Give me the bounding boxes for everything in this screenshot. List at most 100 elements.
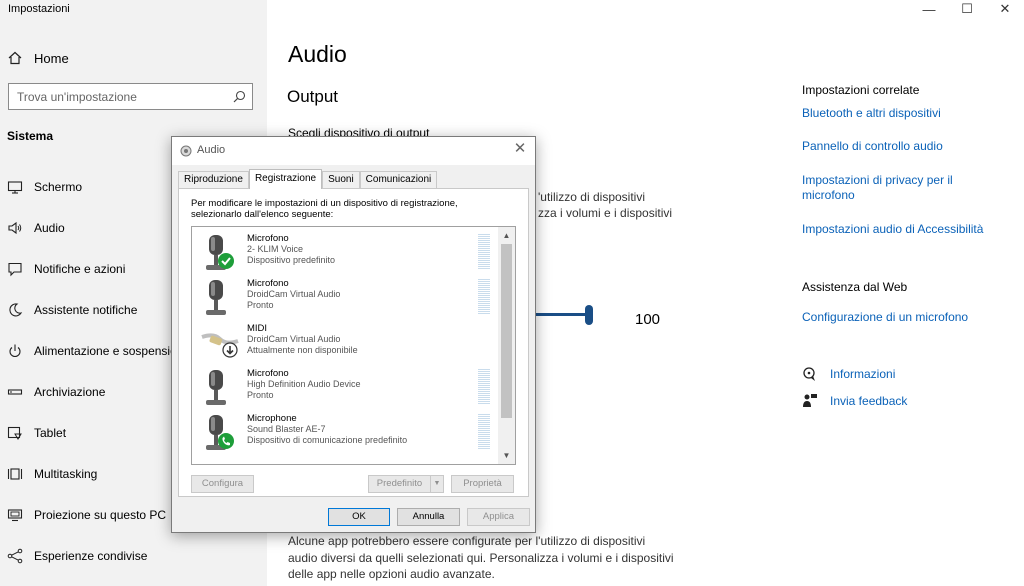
device-driver: DroidCam Virtual Audio: [247, 289, 341, 299]
properties-button[interactable]: Proprietà: [451, 475, 514, 493]
tab-comunicazioni[interactable]: Comunicazioni: [359, 171, 438, 189]
scroll-up-icon[interactable]: ▲: [498, 227, 515, 244]
maximize-button[interactable]: ☐: [948, 0, 986, 18]
search-box[interactable]: [8, 83, 253, 110]
cancel-button[interactable]: Annulla: [397, 508, 460, 526]
close-button[interactable]: ✕: [986, 0, 1024, 18]
communication-phone-badge: [218, 433, 234, 449]
list-item[interactable]: Microfono High Definition Audio Device P…: [192, 364, 497, 408]
web-help-heading: Assistenza dal Web: [802, 280, 908, 294]
related-settings-heading: Impostazioni correlate: [802, 83, 920, 97]
sidebar-item-label: Audio: [34, 221, 65, 235]
microphone-setup-link[interactable]: Configurazione di un microfono: [802, 310, 1002, 325]
sidebar-item-label: Archiviazione: [34, 385, 106, 399]
set-default-label: Predefinito: [376, 478, 423, 489]
sidebar-item-esperienze[interactable]: Esperienze condivise: [0, 541, 267, 571]
feedback-link[interactable]: Invia feedback: [802, 393, 907, 409]
list-item[interactable]: MIDI DroidCam Virtual Audio Attualmente …: [192, 319, 497, 363]
ok-button[interactable]: OK: [328, 508, 390, 526]
level-meter: [478, 234, 490, 270]
device-status: Dispositivo di comunicazione predefinito: [247, 435, 408, 445]
search-icon[interactable]: [233, 90, 246, 103]
audio-control-panel-link[interactable]: Pannello di controllo audio: [802, 139, 1002, 154]
multitasking-icon: [7, 468, 23, 480]
speaker-app-icon: [180, 145, 192, 157]
audio-dialog: Audio ✕ Riproduzione Registrazione Suoni…: [171, 136, 536, 533]
feedback-label: Invia feedback: [830, 394, 908, 408]
device-driver: Sound Blaster AE-7: [247, 424, 326, 434]
chevron-down-icon[interactable]: ▼: [430, 476, 443, 492]
monitor-icon: [7, 181, 23, 194]
midi-cable-icon: [201, 333, 239, 358]
list-item[interactable]: Microfono DroidCam Virtual Audio Pronto: [192, 274, 497, 318]
microphone-icon: [206, 235, 234, 270]
tab-riproduzione[interactable]: Riproduzione: [178, 171, 249, 189]
accessibility-audio-link[interactable]: Impostazioni audio di Accessibilità: [802, 222, 1002, 237]
device-status: Dispositivo predefinito: [247, 255, 336, 265]
default-check-badge: [218, 253, 234, 269]
list-item[interactable]: Microphone Sound Blaster AE-7 Dispositiv…: [192, 409, 497, 453]
advanced-text-line: Alcune app potrebbero essere configurate…: [288, 534, 646, 548]
partial-text-line: 'utilizzo di dispositivi: [538, 190, 645, 204]
device-name: Microfono: [247, 368, 289, 379]
advanced-text-line: audio diversi da quelli selezionati qui.…: [288, 551, 674, 565]
home-nav[interactable]: Home: [8, 48, 69, 68]
level-meter: [478, 369, 490, 405]
apply-button[interactable]: Applica: [467, 508, 530, 526]
advanced-text-line: delle app nelle opzioni audio avanzate.: [288, 567, 495, 581]
minimize-button[interactable]: —: [910, 0, 948, 18]
volume-slider-thumb[interactable]: [585, 305, 593, 325]
sidebar-item-label: Tablet: [34, 426, 67, 440]
device-status: Pronto: [247, 390, 274, 400]
page-title: Audio: [288, 41, 347, 67]
microphone-icon: [206, 370, 226, 405]
info-link[interactable]: Informazioni: [802, 366, 895, 382]
dialog-titlebar[interactable]: Audio ✕: [172, 137, 535, 165]
home-icon: [8, 51, 22, 65]
bluetooth-link[interactable]: Bluetooth e altri dispositivi: [802, 106, 1002, 121]
sidebar-item-label: Notifiche e azioni: [34, 262, 126, 276]
configure-button[interactable]: Configura: [191, 475, 254, 493]
list-scrollbar[interactable]: ▲ ▼: [498, 227, 515, 464]
feedback-icon: [803, 394, 817, 407]
sidebar-item-label: Esperienze condivise: [34, 549, 148, 563]
storage-icon: [7, 389, 23, 395]
moon-icon: [9, 303, 23, 317]
device-status: Pronto: [247, 300, 274, 310]
sidebar-item-label: Schermo: [34, 180, 83, 194]
microphone-icon: [206, 415, 234, 450]
microphone-icon: [206, 280, 226, 315]
recording-panel: Per modificare le impostazioni di un dis…: [178, 188, 529, 497]
microphone-privacy-link[interactable]: Impostazioni di privacy per il microfono: [802, 173, 972, 203]
device-name: MIDI: [247, 323, 268, 334]
power-icon: [9, 344, 21, 358]
set-default-button[interactable]: Predefinito ▼: [368, 475, 444, 493]
device-name: Microphone: [247, 413, 297, 424]
device-name: Microfono: [247, 278, 289, 289]
volume-value: 100: [635, 311, 661, 328]
list-item[interactable]: Microfono 2- KLIM Voice Dispositivo pred…: [192, 229, 497, 273]
output-heading: Output: [287, 87, 339, 106]
projection-icon: [7, 509, 23, 522]
device-list[interactable]: Microfono 2- KLIM Voice Dispositivo pred…: [191, 226, 516, 465]
home-label: Home: [34, 50, 69, 66]
instructions-text: Per modificare le impostazioni di un dis…: [191, 198, 458, 220]
info-label: Informazioni: [830, 367, 896, 381]
partial-text-line: zza i volumi e i dispositivi: [538, 206, 673, 220]
device-status: Attualmente non disponibile: [247, 345, 358, 355]
search-input[interactable]: [9, 84, 219, 109]
help-chat-icon: [803, 367, 815, 381]
tab-suoni[interactable]: Suoni: [322, 171, 360, 189]
volume-slider-track[interactable]: [535, 313, 587, 316]
dialog-close-button[interactable]: ✕: [512, 141, 528, 157]
scroll-down-icon[interactable]: ▼: [498, 447, 515, 464]
window-controls: — ☐ ✕: [910, 0, 1024, 18]
tablet-icon: [7, 426, 22, 440]
dialog-tabs: Riproduzione Registrazione Suoni Comunic…: [178, 169, 438, 189]
tab-registrazione[interactable]: Registrazione: [248, 169, 323, 189]
share-icon: [7, 548, 23, 564]
scroll-thumb[interactable]: [501, 244, 512, 418]
device-driver: DroidCam Virtual Audio: [247, 334, 341, 344]
sidebar-item-label: Multitasking: [34, 467, 98, 481]
sidebar-item-label: Proiezione su questo PC: [34, 508, 167, 522]
